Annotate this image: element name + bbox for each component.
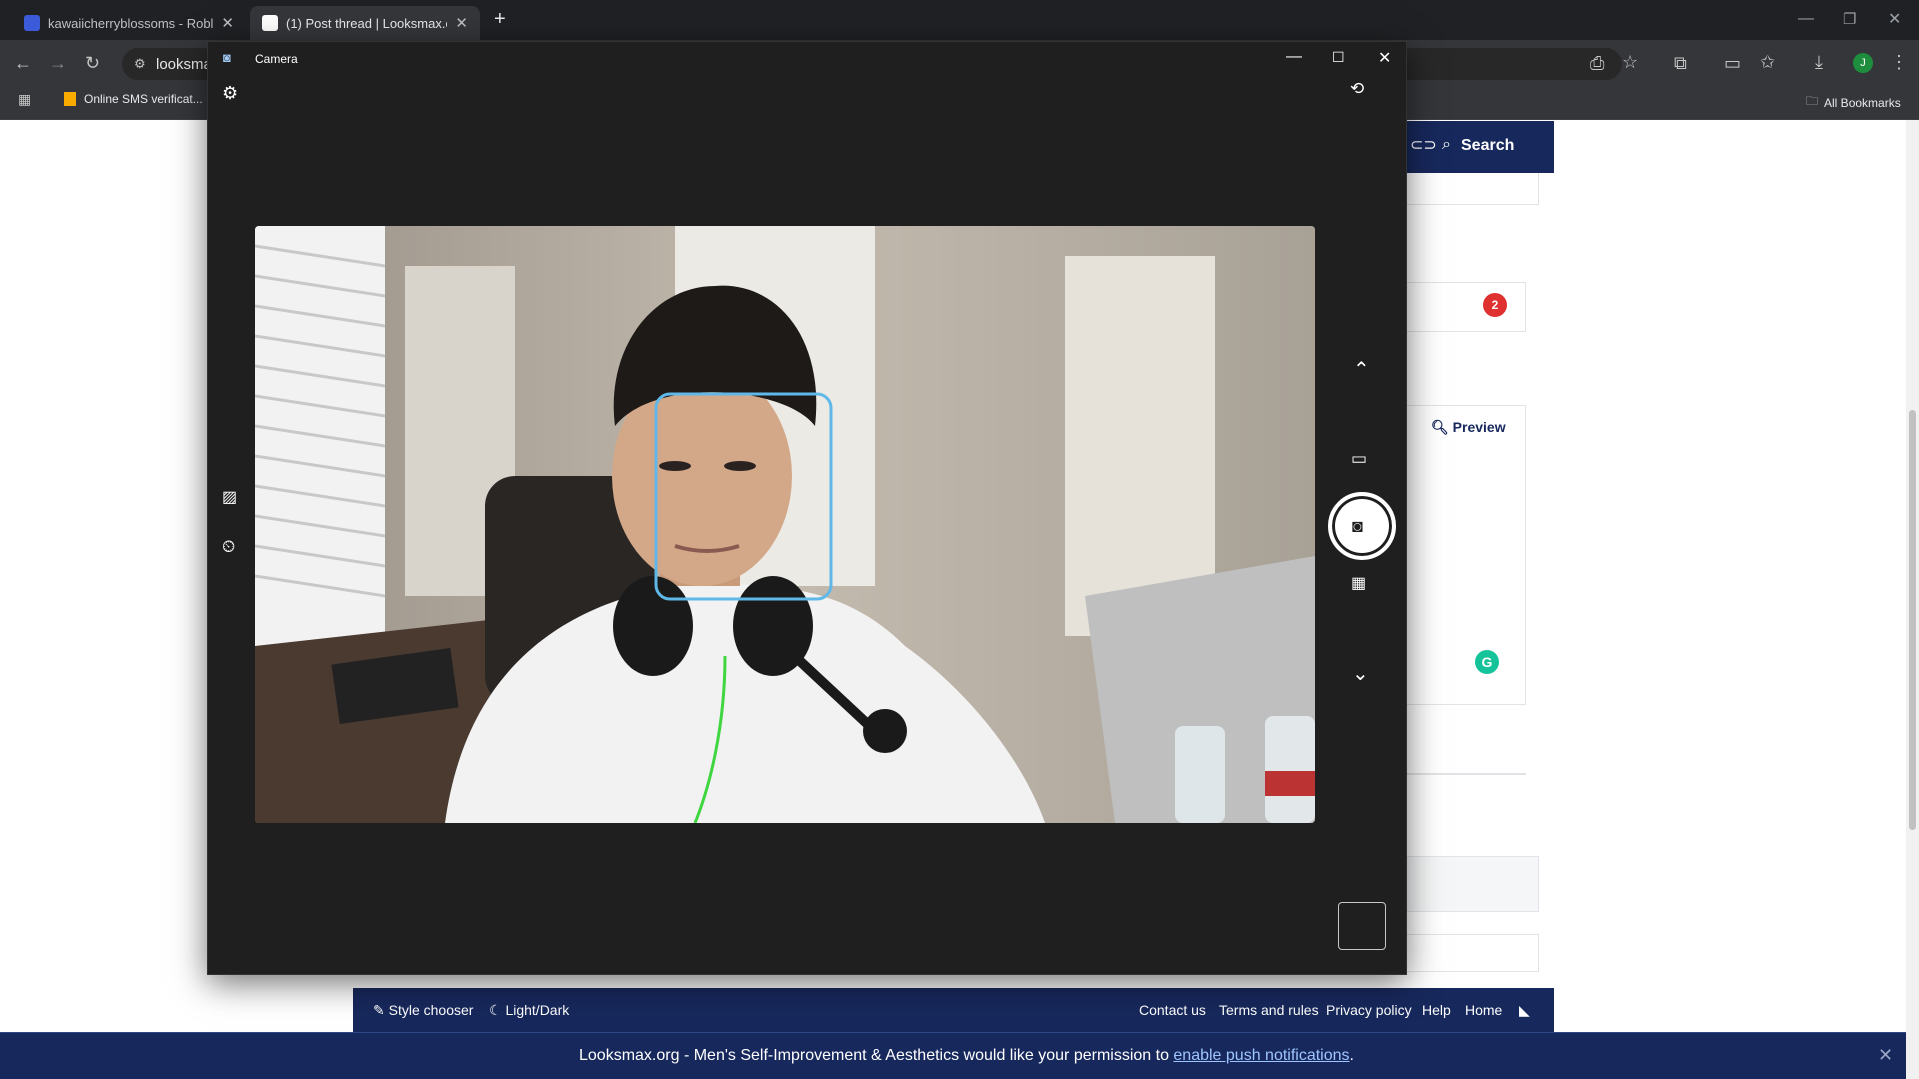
tab-title: kawaiicherryblossoms - Roblox bbox=[48, 15, 214, 31]
reload-icon[interactable]: ↻ bbox=[85, 54, 100, 72]
tab-looksmax[interactable]: (1) Post thread | Looksmax.org ✕ bbox=[250, 6, 480, 40]
notification-badge[interactable]: 2 bbox=[1483, 293, 1507, 317]
chevron-down-icon[interactable]: ⌄ bbox=[1352, 664, 1369, 684]
bookmark-label: Online SMS verificat... bbox=[84, 92, 203, 106]
hdr-off-icon[interactable]: ▨ bbox=[222, 490, 237, 506]
camera-preview-image bbox=[255, 226, 1315, 823]
folder-icon: 🗀 bbox=[1806, 94, 1819, 108]
maximize-window-icon[interactable]: ☐ bbox=[1332, 49, 1345, 66]
restore-browser-icon[interactable]: ❐ bbox=[1843, 10, 1856, 28]
reading-list-icon[interactable]: ▭ bbox=[1724, 54, 1741, 72]
bookmark-sms[interactable]: Online SMS verificat... bbox=[64, 92, 203, 106]
content-box bbox=[1406, 856, 1539, 912]
chevron-up-icon[interactable]: ⌃ bbox=[1353, 360, 1370, 380]
push-notification-bar: Looksmax.org - Men's Self-Improvement & … bbox=[0, 1032, 1919, 1079]
push-message: Looksmax.org - Men's Self-Improvement & … bbox=[579, 1047, 1354, 1065]
close-tab-icon[interactable]: ✕ bbox=[455, 14, 468, 32]
toggle-icon[interactable]: ⊂⊃ bbox=[1410, 135, 1437, 155]
timer-off-icon[interactable]: ⏲ bbox=[222, 538, 235, 555]
tab-title: (1) Post thread | Looksmax.org bbox=[286, 15, 448, 31]
window-title: Camera bbox=[255, 52, 298, 66]
light-dark-label: Light/Dark bbox=[505, 1002, 570, 1018]
rss-icon[interactable]: ◣ bbox=[1519, 1002, 1530, 1019]
download-icon[interactable]: ⤓ bbox=[1815, 53, 1823, 71]
help-link[interactable]: Help bbox=[1422, 1002, 1451, 1018]
content-box bbox=[1406, 934, 1539, 972]
tab-roblox[interactable]: kawaiicherryblossoms - Roblox ✕ bbox=[12, 6, 246, 40]
apps-grid-icon[interactable]: ▦ bbox=[18, 91, 31, 108]
camera-viewfinder bbox=[255, 226, 1315, 823]
forward-icon[interactable]: → bbox=[49, 54, 67, 72]
last-photo-thumbnail[interactable] bbox=[1338, 902, 1386, 950]
divider bbox=[1406, 773, 1526, 775]
preview-button[interactable]: 🔍︎ Preview bbox=[1431, 419, 1506, 436]
close-window-icon[interactable]: ✕ bbox=[1378, 48, 1391, 68]
push-suffix: . bbox=[1349, 1047, 1354, 1064]
light-dark-link[interactable]: ☾ Light/Dark bbox=[489, 1002, 569, 1019]
minimize-browser-icon[interactable]: — bbox=[1798, 10, 1814, 28]
url-text: looksma bbox=[156, 56, 212, 73]
new-tab-button[interactable]: + bbox=[494, 8, 506, 31]
terms-link[interactable]: Terms and rules bbox=[1219, 1002, 1319, 1018]
photo-camera-icon: ◙ bbox=[1352, 516, 1363, 536]
qr-code-icon[interactable]: ▦ bbox=[1351, 576, 1366, 592]
grammarly-icon[interactable]: G bbox=[1475, 650, 1499, 674]
site-footer: ✎ Style chooser ☾ Light/Dark Contact us … bbox=[353, 988, 1554, 1032]
preview-label: Preview bbox=[1452, 419, 1506, 435]
site-info-icon[interactable]: ⚙ bbox=[134, 56, 146, 72]
editor-box: 🔍︎ Preview G bbox=[1406, 405, 1526, 705]
search-icon: ⌕ bbox=[1442, 136, 1451, 153]
close-push-bar-icon[interactable]: ✕ bbox=[1878, 1045, 1893, 1066]
home-link[interactable]: Home bbox=[1465, 1002, 1502, 1018]
style-chooser-label: Style chooser bbox=[388, 1002, 474, 1018]
camera-app-icon: ◙ bbox=[223, 50, 231, 65]
install-app-icon[interactable]: ⎙ bbox=[1590, 54, 1604, 72]
roblox-favicon-icon bbox=[24, 15, 40, 31]
preview-icon: 🔍︎ bbox=[1431, 419, 1453, 435]
bookmark-favicon-icon bbox=[64, 92, 76, 106]
minimize-window-icon[interactable]: — bbox=[1286, 48, 1302, 66]
looksmax-favicon-icon bbox=[262, 15, 278, 31]
shutter-button[interactable]: ◙ bbox=[1328, 492, 1396, 560]
switch-camera-icon[interactable]: ⟲ bbox=[1350, 80, 1364, 97]
camera-window: ◙ Camera — ☐ ✕ ⚙ ⟲ ▨ ⏲ ⌃ ▭ ◙ ▦ ⌄ bbox=[207, 41, 1407, 975]
bookmark-star-icon[interactable]: ☆ bbox=[1622, 53, 1638, 71]
profile-avatar[interactable]: J bbox=[1853, 53, 1873, 73]
browser-menu-icon[interactable]: ⋮ bbox=[1890, 53, 1908, 71]
close-browser-icon[interactable]: ✕ bbox=[1888, 9, 1901, 29]
video-mode-icon[interactable]: ▭ bbox=[1351, 450, 1367, 467]
all-bookmarks-label: All Bookmarks bbox=[1824, 95, 1901, 110]
all-bookmarks[interactable]: 🗀 All Bookmarks bbox=[1806, 92, 1901, 113]
favorites-icon[interactable]: ✩ bbox=[1760, 53, 1775, 71]
extensions-icon[interactable]: ⧉ bbox=[1674, 54, 1687, 72]
contact-link[interactable]: Contact us bbox=[1139, 1002, 1206, 1018]
notification-box: 2 bbox=[1406, 282, 1526, 332]
search-button[interactable]: Search bbox=[1461, 137, 1514, 155]
site-nav-bar: ⊂⊃ ⌕ Search bbox=[1406, 121, 1554, 173]
browser-tab-bar: kawaiicherryblossoms - Roblox ✕ (1) Post… bbox=[0, 0, 1919, 40]
content-box bbox=[1406, 173, 1539, 205]
privacy-link[interactable]: Privacy policy bbox=[1326, 1002, 1412, 1018]
back-icon[interactable]: ← bbox=[14, 54, 32, 72]
push-text: Looksmax.org - Men's Self-Improvement & … bbox=[579, 1047, 1174, 1064]
close-tab-icon[interactable]: ✕ bbox=[221, 14, 234, 32]
style-chooser-link[interactable]: ✎ Style chooser bbox=[373, 1002, 473, 1019]
settings-icon[interactable]: ⚙ bbox=[222, 84, 238, 102]
enable-push-link[interactable]: enable push notifications bbox=[1173, 1047, 1349, 1064]
scrollbar-thumb[interactable] bbox=[1909, 410, 1916, 830]
